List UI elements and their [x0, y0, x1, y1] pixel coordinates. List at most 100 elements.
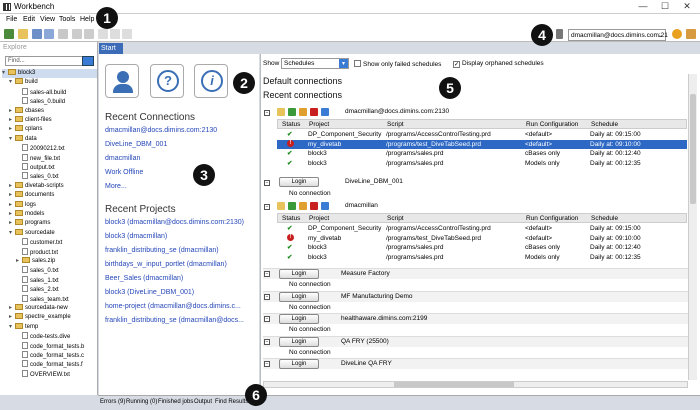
vertical-scrollbar[interactable]: [688, 74, 697, 380]
table-row[interactable]: ✔ block3/programs/sales.prd cBases only Dai…: [277, 243, 687, 252]
tree-item[interactable]: ▾ block3: [2, 69, 97, 78]
tree-item[interactable]: output.txt: [16, 163, 55, 172]
column-header[interactable]: Run Configuration: [526, 120, 578, 129]
tree-item[interactable]: ▾ sourcedate: [9, 228, 55, 238]
tree-item[interactable]: code-tests.dive: [16, 332, 70, 341]
close-button[interactable]: ✕: [676, 0, 698, 13]
new-icon[interactable]: [4, 29, 14, 39]
collapse-toggle-icon[interactable]: −: [264, 271, 270, 277]
tree-item[interactable]: ▸ spectre_example: [9, 313, 71, 322]
tree-item[interactable]: ▾ data: [9, 134, 37, 144]
recent-project-link[interactable]: block3 (dmacmillan): [105, 233, 167, 240]
recent-project-link[interactable]: block3 (DiveLine_DBM_001): [105, 289, 194, 296]
collapse-toggle-icon[interactable]: −: [264, 338, 270, 345]
recent-project-link[interactable]: franklin_distributing_se (dmacmillan): [105, 247, 219, 254]
collapse-toggle-icon[interactable]: −: [264, 180, 270, 186]
paste-icon[interactable]: [122, 29, 132, 39]
collapse-toggle-icon[interactable]: −: [264, 110, 270, 116]
tree-item[interactable]: OVERVIEW.txt: [16, 369, 70, 379]
redo-icon[interactable]: [84, 29, 94, 39]
delete-schedule-icon[interactable]: [310, 108, 318, 116]
refresh-icon[interactable]: [321, 108, 329, 116]
open-folder-icon[interactable]: [277, 202, 285, 210]
user-card[interactable]: [105, 64, 139, 98]
table-row[interactable]: ✔ block3/programs/sales.prd Models only Dai…: [277, 253, 687, 262]
tree-item[interactable]: product.txt: [16, 247, 58, 257]
tree-item[interactable]: ▾ temp: [9, 322, 38, 332]
tree-item[interactable]: ▸ cplans: [9, 125, 42, 134]
tab-finished-jobs[interactable]: Finished jobs: [158, 399, 193, 405]
tree-item[interactable]: ▸ logs: [9, 200, 36, 210]
column-header[interactable]: Script: [387, 120, 404, 129]
tree-item[interactable]: new_file.txt: [16, 153, 60, 163]
login-button[interactable]: Login: [279, 336, 319, 347]
tree-item[interactable]: code_format_tests.c: [16, 351, 84, 360]
scroll-thumb[interactable]: [690, 94, 696, 204]
connection-select[interactable]: dmacmillan@docs.dimins.com:21 ⌄: [568, 29, 668, 41]
recent-connection-link[interactable]: dmacmillan: [105, 155, 140, 162]
column-header[interactable]: Status: [282, 214, 300, 223]
login-button[interactable]: Login: [279, 314, 319, 324]
tab-output[interactable]: Output: [194, 399, 212, 405]
table-row[interactable]: ✔ DP_Component_Security/programs/AccessCo…: [277, 224, 687, 233]
table-row[interactable]: ✔ DP_Component_Security/programs/AccessCo…: [277, 130, 687, 139]
tree-item[interactable]: ▸ sales.zip: [16, 257, 55, 266]
recent-project-link[interactable]: home-project (dmacmillan@docs.dimins.c..…: [105, 303, 241, 310]
orphaned-checkbox[interactable]: ✓ Display orphaned schedules: [453, 60, 544, 68]
menu-tools[interactable]: Tools: [59, 16, 75, 23]
copy-icon[interactable]: [110, 29, 120, 39]
recent-project-link[interactable]: Beer_Sales (dmacmillan): [105, 275, 183, 282]
horizontal-scrollbar[interactable]: [263, 381, 688, 388]
connect-icon[interactable]: [672, 29, 682, 39]
table-row[interactable]: ! my_divetab/programs/test_DiveTabSeed.pr…: [277, 139, 687, 149]
login-button[interactable]: Login: [279, 291, 319, 302]
add-schedule-icon[interactable]: [288, 108, 296, 116]
tree-item[interactable]: sales_0.build: [16, 97, 65, 106]
more-link[interactable]: More...: [105, 183, 127, 190]
tree-item[interactable]: ▸ models: [9, 210, 44, 219]
tab-running[interactable]: Running (0): [126, 399, 157, 405]
column-header[interactable]: Script: [387, 214, 404, 223]
tree-item[interactable]: ▸ client-files: [9, 116, 52, 125]
maximize-button[interactable]: ☐: [654, 0, 676, 13]
column-header[interactable]: Schedule: [591, 120, 618, 129]
tree-item[interactable]: ▸ programs: [9, 219, 50, 228]
refresh-icon[interactable]: [321, 202, 329, 210]
menu-file[interactable]: File: [6, 16, 17, 23]
recent-project-link[interactable]: franklin_distributing_se (dmacmillan@doc…: [105, 317, 244, 324]
table-row[interactable]: ! my_divetab/programs/test_DiveTabSeed.pr…: [277, 233, 687, 243]
column-header[interactable]: Schedule: [591, 214, 618, 223]
save-all-icon[interactable]: [44, 29, 54, 39]
edit-schedule-icon[interactable]: [299, 108, 307, 116]
edit-schedule-icon[interactable]: [299, 202, 307, 210]
login-button[interactable]: Login: [279, 269, 319, 279]
collapse-toggle-icon[interactable]: −: [264, 204, 270, 210]
delete-schedule-icon[interactable]: [310, 202, 318, 210]
collapse-toggle-icon[interactable]: −: [264, 293, 270, 300]
tree-item[interactable]: sales_1.txt: [16, 275, 59, 285]
tree-item[interactable]: ▸ divetab-scripts: [9, 181, 64, 191]
show-select[interactable]: Schedules ▾: [281, 58, 349, 69]
tab-start[interactable]: Start ✕: [99, 43, 123, 63]
find-input[interactable]: Find...: [5, 56, 85, 66]
tree-item[interactable]: sales_0.txt: [16, 266, 59, 275]
tree-item[interactable]: code_format_tests.b: [16, 341, 84, 351]
tree-item[interactable]: ▾ build: [9, 78, 38, 87]
recent-connection-link[interactable]: DiveLine_DBM_001: [105, 141, 167, 148]
save-icon[interactable]: [32, 29, 42, 39]
menu-help[interactable]: Help: [80, 16, 94, 23]
tree-item[interactable]: sales_team.txt: [16, 294, 69, 304]
login-button[interactable]: Login: [279, 177, 319, 187]
column-header[interactable]: Project: [309, 214, 329, 223]
scroll-thumb[interactable]: [394, 382, 514, 387]
column-header[interactable]: Project: [309, 120, 329, 129]
tree-item[interactable]: ▸ sourcedata-new: [9, 304, 68, 313]
table-row[interactable]: ✔ block3/programs/sales.prd Models only Dai…: [277, 159, 687, 168]
tree-item[interactable]: 20090212.txt: [16, 144, 65, 153]
minimize-button[interactable]: —: [632, 0, 654, 13]
tab-find-results[interactable]: Find Results: [215, 399, 248, 405]
tree-item[interactable]: code_format_tests.f: [16, 360, 83, 369]
tree-item[interactable]: ▸ cbases: [9, 106, 44, 116]
menu-view[interactable]: View: [40, 16, 55, 23]
column-header[interactable]: Run Configuration: [526, 214, 578, 223]
